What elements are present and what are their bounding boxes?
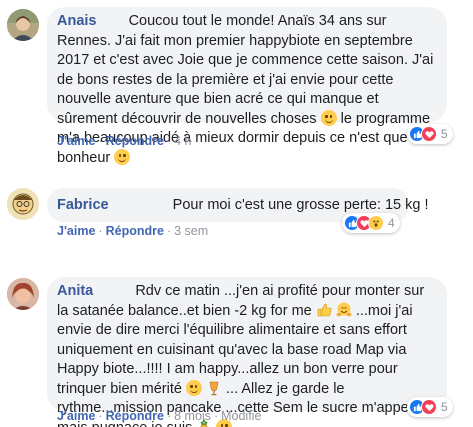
comment-anais: Anais Coucou tout le monde! Anaïs 34 ans…	[0, 0, 473, 166]
wow-icon	[368, 215, 384, 231]
love-icon	[421, 399, 437, 415]
reaction-count: 4	[388, 216, 395, 230]
comment-author[interactable]: Fabrice	[57, 197, 109, 213]
smile-emoji-icon	[320, 109, 337, 126]
avatar[interactable]	[7, 278, 39, 310]
avatar-image	[7, 9, 39, 41]
comment-actions: J'aime · Répondre · 8 mois · Modifié	[57, 409, 262, 423]
comment-text: Coucou tout le monde! Anaïs 34 ans sur R…	[57, 13, 434, 127]
like-link[interactable]: J'aime	[57, 224, 95, 238]
reply-link[interactable]: Répondre	[106, 224, 164, 238]
like-link[interactable]: J'aime	[57, 134, 95, 148]
comment-actions: J'aime · Répondre · 4 h	[57, 134, 192, 148]
avatar[interactable]	[7, 188, 39, 220]
timestamp[interactable]: 8 mois	[174, 409, 211, 423]
comment-author[interactable]: Anais	[57, 13, 97, 29]
love-icon	[421, 126, 437, 142]
comment-fabrice: Fabrice Pour moi c'est une grosse perte:…	[0, 180, 473, 250]
grin-emoji-icon	[114, 148, 131, 165]
grin-emoji-icon	[185, 379, 202, 396]
comments-thread: Anais Coucou tout le monde! Anaïs 34 ans…	[0, 0, 473, 427]
edited-label[interactable]: Modifié	[221, 409, 261, 423]
comment-bubble: Anais Coucou tout le monde! Anaïs 34 ans…	[47, 7, 447, 166]
reply-link[interactable]: Répondre	[106, 409, 164, 423]
timestamp[interactable]: 3 sem	[174, 224, 208, 238]
avatar-image	[7, 278, 39, 310]
like-link[interactable]: J'aime	[57, 409, 95, 423]
reaction-summary[interactable]: 4	[342, 213, 400, 233]
timestamp[interactable]: 4 h	[174, 134, 191, 148]
reaction-summary[interactable]: 5	[407, 397, 453, 417]
comment-anita: Anita Rdv ce matin ...j'en ai profité po…	[0, 272, 473, 427]
avatar[interactable]	[7, 9, 39, 41]
reaction-summary[interactable]: 5	[407, 124, 453, 144]
comment-bubble: Anita Rdv ce matin ...j'en ai profité po…	[47, 277, 447, 427]
comment-text: Pour moi c'est une grosse perte: 15 kg !	[172, 197, 429, 213]
hugging-emoji-icon	[336, 302, 352, 316]
reply-link[interactable]: Répondre	[106, 134, 164, 148]
reaction-count: 5	[441, 400, 448, 414]
comment-author[interactable]: Anita	[57, 283, 93, 299]
avatar-image	[7, 188, 39, 220]
thumbs-up-emoji-icon	[317, 303, 332, 316]
glass-emoji-icon	[209, 381, 219, 395]
comment-actions: J'aime · Répondre · 3 sem	[57, 224, 209, 238]
reaction-count: 5	[441, 127, 448, 141]
